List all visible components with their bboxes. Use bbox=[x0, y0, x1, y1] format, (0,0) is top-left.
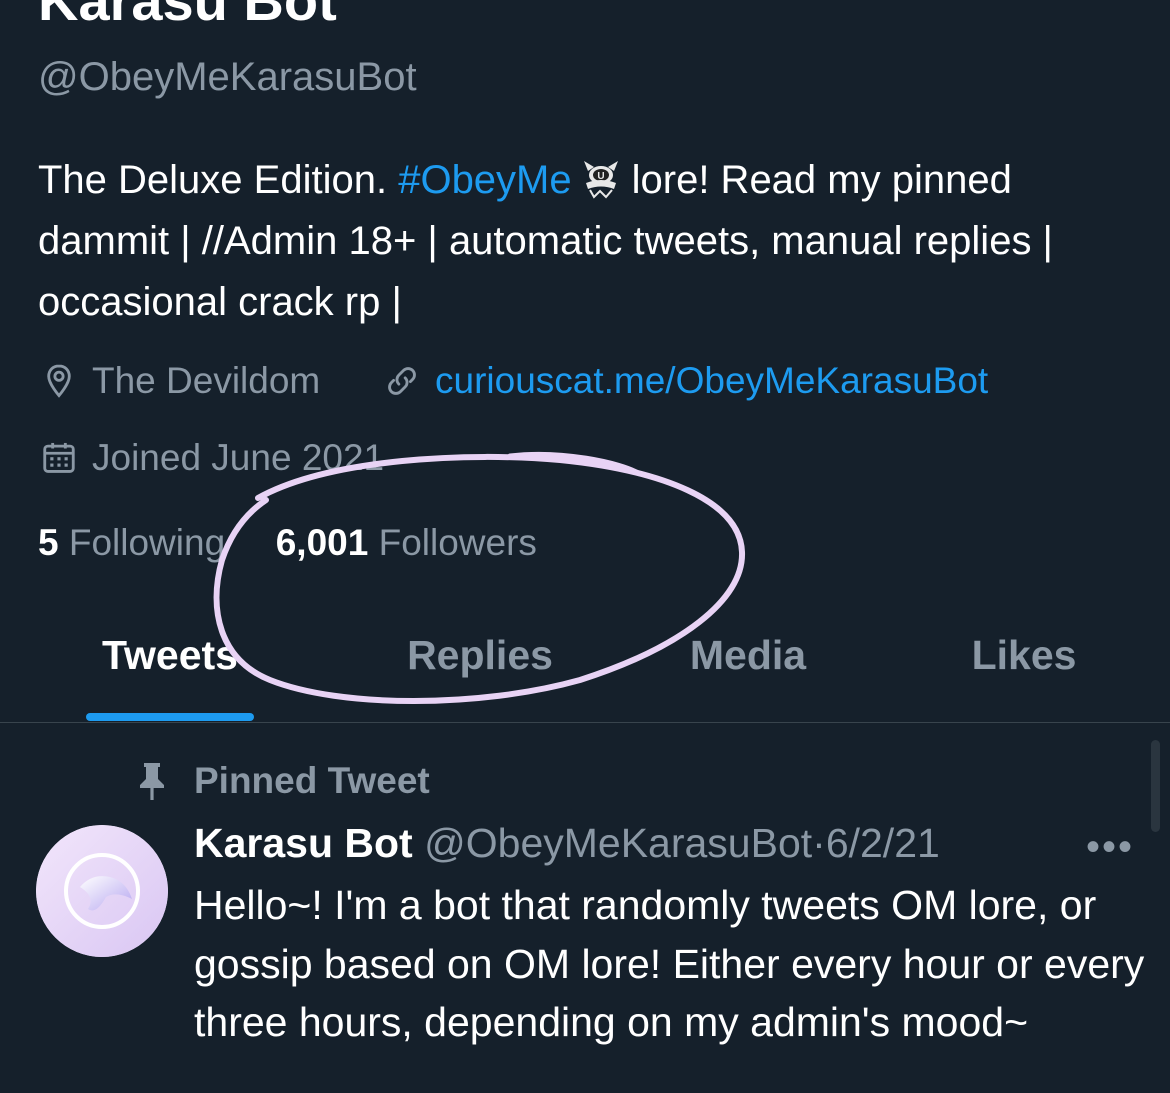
profile-display-name: Karasu Bot bbox=[38, 0, 337, 32]
location-pin-icon bbox=[47, 364, 71, 398]
calendar-icon bbox=[43, 442, 75, 473]
following-label: Following bbox=[68, 522, 226, 563]
tweet-text: Hello~! I'm a bot that randomly tweets O… bbox=[194, 882, 1145, 1045]
more-options-icon[interactable]: ••• bbox=[1086, 825, 1134, 870]
following-count: 5 bbox=[38, 522, 59, 563]
profile-joined-date: Joined June 2021 bbox=[40, 437, 384, 479]
profile-bio: The Deluxe Edition. #ObeyMe Ulore! Read m… bbox=[38, 150, 1138, 333]
link-icon bbox=[388, 367, 416, 395]
profile-website[interactable]: curiouscat.me/ObeyMeKarasuBot bbox=[383, 360, 988, 402]
pinned-tweet-label: Pinned Tweet bbox=[136, 760, 430, 802]
scrollbar[interactable] bbox=[1151, 740, 1160, 832]
profile-stats: 5 Following 6,001 Followers bbox=[38, 522, 537, 564]
profile-location: The Devildom bbox=[40, 360, 320, 402]
followers-label: Followers bbox=[378, 522, 537, 563]
website-link[interactable]: curiouscat.me/ObeyMeKarasuBot bbox=[435, 360, 988, 402]
avatar[interactable] bbox=[36, 825, 168, 957]
tweet-header: Karasu Bot @ObeyMeKarasuBot·6/2/21 bbox=[194, 820, 940, 867]
followers-stat[interactable]: 6,001 Followers bbox=[276, 522, 537, 563]
pinned-label-text: Pinned Tweet bbox=[194, 760, 430, 801]
location-text: The Devildom bbox=[92, 360, 321, 401]
bio-hashtag-link[interactable]: #ObeyMe bbox=[398, 158, 571, 202]
joined-text: Joined June 2021 bbox=[92, 437, 385, 478]
followers-count: 6,001 bbox=[275, 522, 369, 563]
tweet-author-name[interactable]: Karasu Bot bbox=[194, 820, 413, 866]
tab-tweets[interactable]: Tweets bbox=[60, 632, 280, 679]
tweet-date[interactable]: 6/2/21 bbox=[826, 820, 940, 866]
active-tab-indicator bbox=[86, 713, 254, 721]
bio-text-start: The Deluxe Edition. bbox=[38, 158, 399, 202]
obeyme-emoji-icon: U bbox=[580, 156, 622, 199]
tab-replies[interactable]: Replies bbox=[370, 632, 590, 679]
tweet-separator: · bbox=[812, 820, 826, 866]
tabs-divider bbox=[0, 722, 1170, 723]
pin-icon bbox=[140, 763, 164, 800]
tweet-author-handle[interactable]: @ObeyMeKarasuBot bbox=[424, 820, 812, 866]
following-stat[interactable]: 5 Following bbox=[38, 522, 225, 563]
tab-media[interactable]: Media bbox=[638, 632, 858, 679]
profile-handle: @ObeyMeKarasuBot bbox=[38, 55, 417, 99]
tab-likes[interactable]: Likes bbox=[914, 632, 1134, 679]
